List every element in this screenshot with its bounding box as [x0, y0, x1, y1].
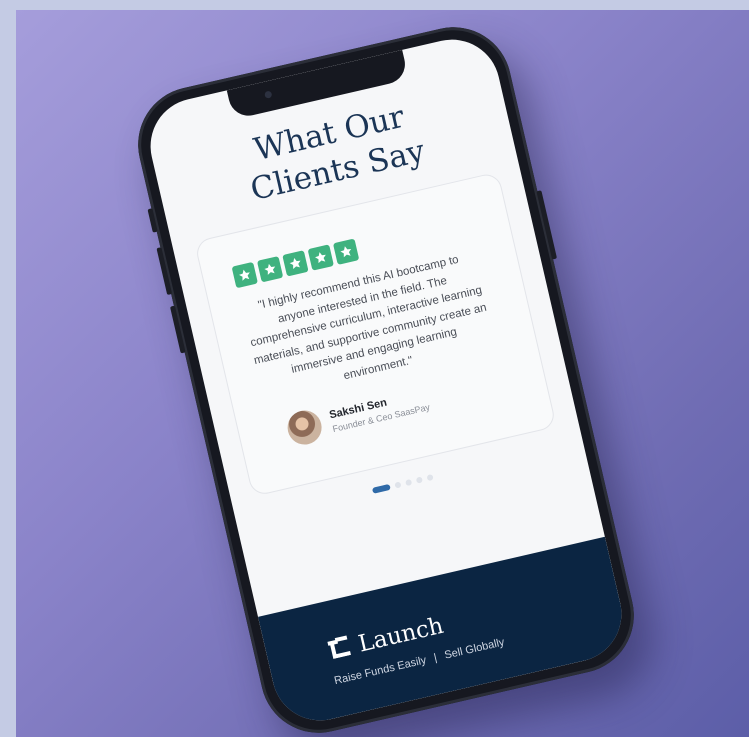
tagline-right: Sell Globally	[443, 636, 506, 662]
avatar	[284, 407, 325, 448]
phone-screen: What Our Clients Say "I highly recommend…	[141, 30, 631, 730]
screenshot-frame: What Our Clients Say "I highly recommend…	[0, 0, 749, 737]
star-icon	[256, 256, 284, 283]
launch-logo-icon	[325, 633, 354, 665]
carousel-dot[interactable]	[415, 476, 423, 484]
star-icon	[307, 244, 334, 271]
carousel-dot[interactable]	[405, 478, 413, 487]
carousel-pagination	[371, 473, 434, 494]
phone-mockup: What Our Clients Say "I highly recommend…	[126, 15, 646, 737]
gradient-background: What Our Clients Say "I highly recommend…	[16, 10, 749, 737]
brand-name: Launch	[355, 612, 446, 658]
star-icon	[282, 250, 309, 277]
author-details: Sakshi Sen Founder & Ceo SaasPay	[328, 387, 431, 434]
star-icon	[332, 238, 360, 265]
carousel-dot[interactable]	[426, 473, 434, 482]
camera-icon	[264, 90, 273, 99]
testimonial-card: "I highly recommend this AI bootcamp to …	[193, 171, 557, 497]
tagline-separator: |	[432, 651, 439, 665]
carousel-dot[interactable]	[394, 481, 402, 489]
star-icon	[231, 261, 258, 289]
carousel-dot[interactable]	[371, 483, 391, 494]
